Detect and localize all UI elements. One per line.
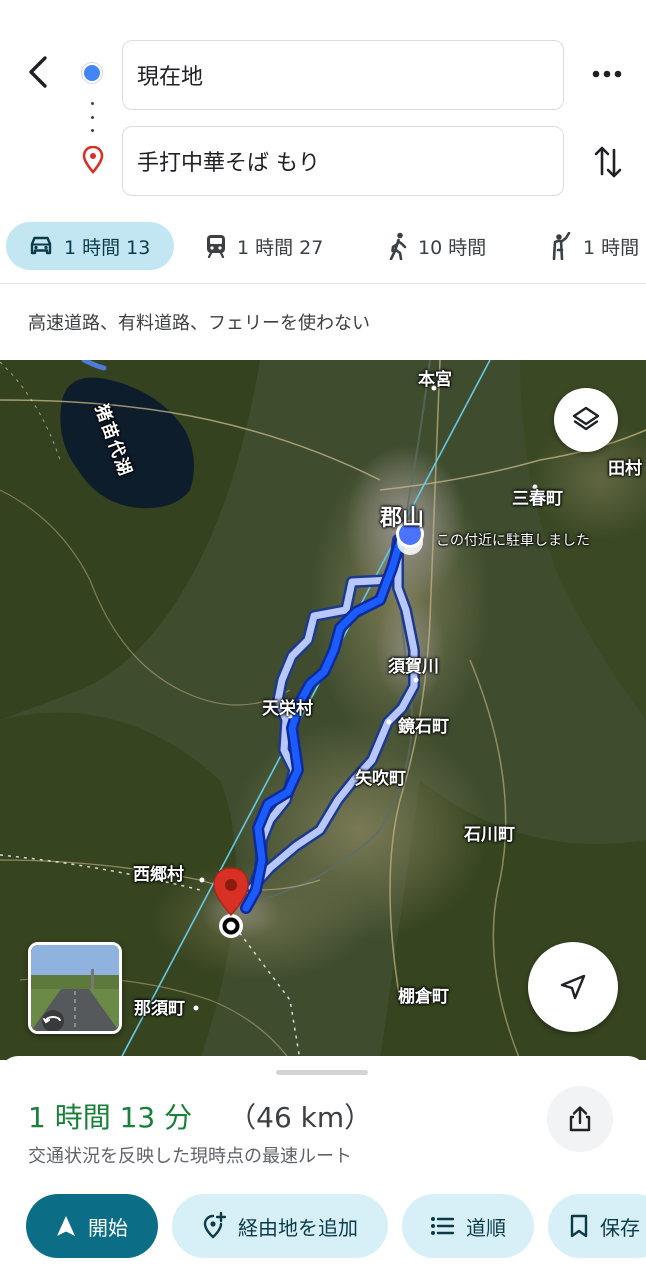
- satellite-map[interactable]: 本宮 猪苗代湖 田村 三春町 郡山 この付近に駐車しました 須賀川 天栄村 鏡石…: [0, 360, 646, 1060]
- save-label: 保存: [600, 1215, 640, 1240]
- more-options-button[interactable]: [585, 56, 629, 92]
- route-duration: 1 時間 13 分: [28, 1101, 193, 1134]
- map-label-koriyama: 郡山: [380, 506, 425, 531]
- route-connector-icon: [90, 102, 94, 132]
- back-arrow-icon: [29, 56, 47, 88]
- hail-icon: [552, 232, 571, 260]
- map-label-tenei: 天栄村: [262, 699, 313, 719]
- tab-transit-time: 1 時間 27: [237, 236, 324, 259]
- share-icon: [569, 1106, 591, 1132]
- divider: [0, 283, 646, 284]
- route-options-note[interactable]: 高速道路、有料道路、フェリーを使わない: [28, 309, 370, 335]
- origin-dot-icon: [84, 65, 100, 81]
- layers-icon: [572, 406, 600, 431]
- tab-ride-time: 1 時間: [583, 236, 640, 259]
- start-label: 開始: [88, 1215, 128, 1240]
- map-label-nishigo: 西郷村: [133, 865, 184, 885]
- more-horizontal-icon: [592, 70, 622, 78]
- share-button[interactable]: [547, 1086, 613, 1152]
- route-bottom-sheet: 1 時間 13 分 （46 km） 交通状況を反映した現時点の最速ルート 開始 経…: [0, 1056, 646, 1280]
- steps-label: 道順: [466, 1215, 506, 1240]
- origin-field[interactable]: 現在地: [122, 40, 564, 110]
- add-stop-button[interactable]: 経由地を追加: [172, 1194, 388, 1258]
- route-summary: 1 時間 13 分 （46 km）: [28, 1096, 372, 1136]
- bookmark-icon: [570, 1214, 588, 1238]
- drag-handle[interactable]: [276, 1070, 368, 1075]
- tab-walk-time: 10 時間: [418, 236, 487, 259]
- route-distance: （46 km）: [228, 1101, 373, 1134]
- directions-header: 現在地 手打中華そば もり: [0, 0, 646, 212]
- navigation-icon: [57, 1216, 75, 1236]
- street-view-thumbnail[interactable]: [28, 942, 122, 1034]
- destination-field[interactable]: 手打中華そば もり: [122, 126, 564, 196]
- street-view-image: [31, 945, 119, 1031]
- swap-button[interactable]: [586, 140, 630, 184]
- map-label-sukagawa: 須賀川: [388, 657, 439, 677]
- save-button[interactable]: 保存: [548, 1194, 646, 1258]
- navigation-arrow-icon: [560, 974, 586, 1000]
- map-label-tamura: 田村: [608, 459, 642, 479]
- add-stop-label: 経由地を追加: [238, 1215, 358, 1240]
- map-label-yabuki: 矢吹町: [355, 769, 406, 789]
- parked-car-label: この付近に駐車しました: [436, 533, 590, 549]
- map-label-motomiya: 本宮: [418, 370, 452, 390]
- car-icon: [30, 236, 52, 255]
- map-label-tanagura: 棚倉町: [398, 987, 449, 1007]
- back-button[interactable]: [18, 52, 58, 92]
- map-label-miharu: 三春町: [512, 489, 563, 509]
- map-label-nasu: 那須町: [134, 999, 185, 1019]
- map-label-kagamiishi: 鏡石町: [398, 717, 449, 737]
- route-note: 交通状況を反映した現時点の最速ルート: [28, 1146, 352, 1167]
- tab-walk[interactable]: 10 時間: [388, 222, 486, 270]
- destination-marker-icon[interactable]: [208, 865, 254, 941]
- steps-button[interactable]: 道順: [402, 1194, 534, 1258]
- swap-vertical-icon: [594, 146, 622, 178]
- travel-mode-tabs: 1 時間 13 1 時間 27 10 時間 1 時間: [0, 222, 646, 272]
- tab-drive-time: 1 時間 13: [64, 236, 151, 259]
- layers-button[interactable]: [554, 388, 618, 452]
- tab-ride[interactable]: 1 時間: [549, 222, 639, 270]
- destination-pin-icon: [82, 146, 104, 174]
- walk-icon: [389, 232, 407, 260]
- my-location-button[interactable]: [528, 942, 618, 1032]
- map-label-ishikawa: 石川町: [464, 825, 515, 845]
- add-location-icon: [203, 1212, 226, 1239]
- start-navigation-button[interactable]: 開始: [26, 1194, 158, 1258]
- list-icon: [431, 1217, 454, 1235]
- tab-transit[interactable]: 1 時間 27: [205, 222, 323, 270]
- tab-drive[interactable]: 1 時間 13: [6, 222, 174, 270]
- train-icon: [207, 235, 225, 259]
